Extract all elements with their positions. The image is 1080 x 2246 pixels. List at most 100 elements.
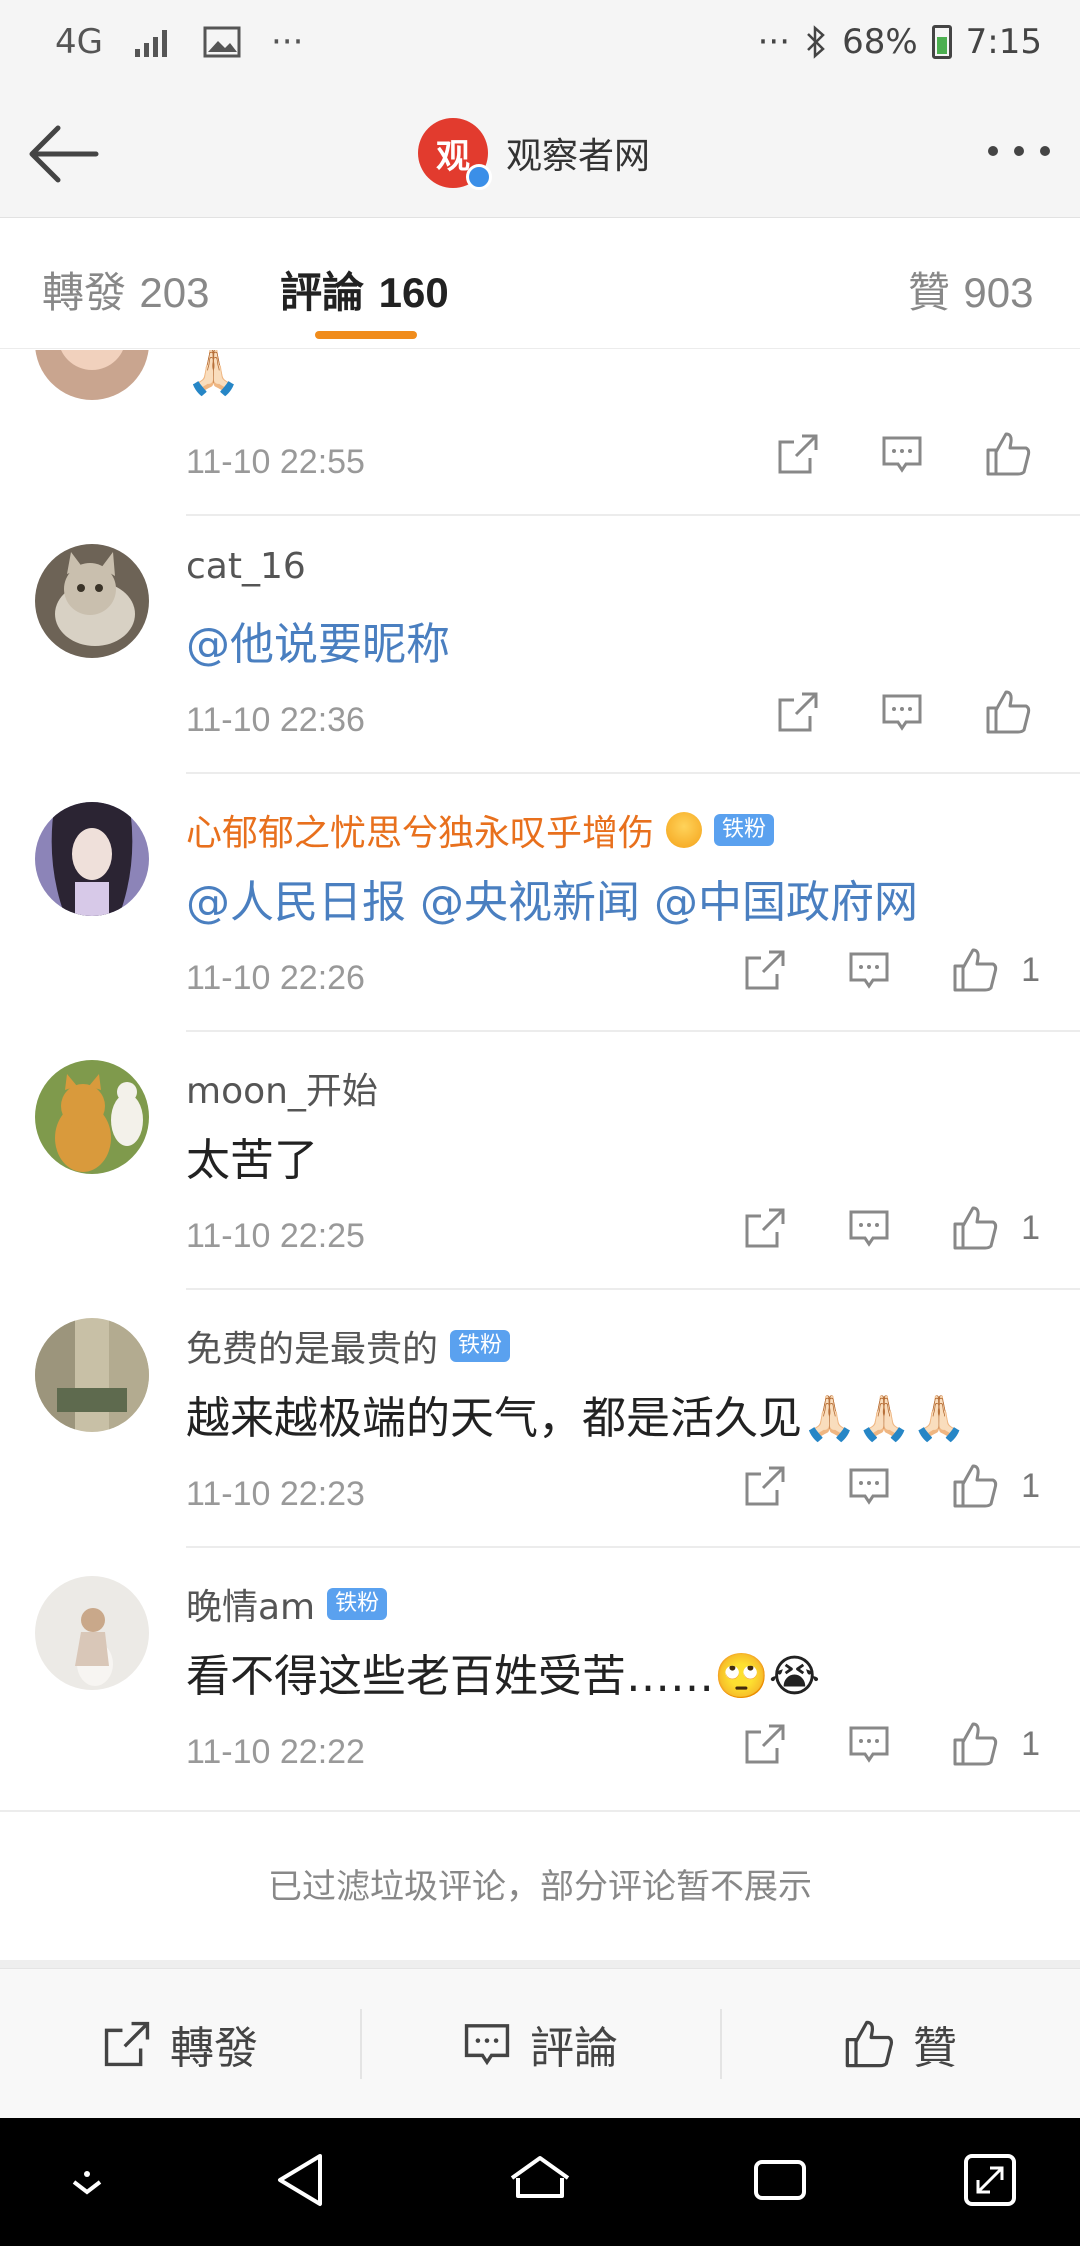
image-icon	[203, 26, 241, 58]
section-gap	[0, 1960, 1080, 1968]
comment-time: 11-10 22:36	[186, 701, 365, 739]
status-more-left: ···	[270, 22, 304, 62]
reply-icon[interactable]	[880, 690, 924, 734]
comment-author[interactable]: 晚情am 铁粉	[186, 1578, 388, 1630]
crown-icon	[666, 812, 703, 848]
network-type: 4G	[55, 22, 103, 62]
recents-nav-icon[interactable]	[750, 2148, 810, 2212]
like-button[interactable]: 1	[951, 1720, 1040, 1768]
reply-icon[interactable]	[847, 1464, 891, 1508]
comment-actions	[776, 430, 1032, 478]
reply-icon[interactable]	[847, 1722, 891, 1766]
bluetooth-icon	[807, 25, 825, 59]
share-icon[interactable]	[743, 1206, 787, 1250]
comment-author[interactable]: cat_16	[186, 546, 306, 587]
like-button[interactable]: 1	[951, 946, 1040, 994]
system-nav-bar	[0, 2118, 1080, 2246]
like-count: 1	[1021, 1466, 1040, 1505]
comment-text: 越来越极端的天气，都是活久见🙏🏻🙏🏻🙏🏻	[186, 1393, 967, 1444]
like-count: 1	[1021, 950, 1040, 989]
comment-item: 免费的是最贵的 铁粉 越来越极端的天气，都是活久见🙏🏻🙏🏻🙏🏻 11-10 22…	[0, 1290, 1080, 1548]
comment-item: moon_开始 太苦了 11-10 22:25 1	[0, 1032, 1080, 1290]
battery-percent: 68%	[842, 22, 918, 62]
status-time: 7:15	[965, 22, 1042, 62]
tab-reposts[interactable]: 轉發 203	[42, 259, 209, 320]
like-icon	[845, 2020, 894, 2067]
like-icon	[953, 1206, 998, 1250]
comment-text: 看不得这些老百姓受苦……🙄😭	[186, 1651, 821, 1702]
repost-button[interactable]: 轉發	[0, 1969, 360, 2118]
comment-list[interactable]: 🙏🏻 11-10 22:55 cat_16 @他说要昵称 11-10 22:36…	[0, 350, 1080, 1810]
bottom-action-bar: 轉發 評論 贊	[0, 1968, 1080, 2118]
battery-icon	[931, 25, 952, 59]
reply-icon	[464, 2023, 510, 2065]
comment-actions: 1	[743, 1462, 1040, 1510]
share-icon[interactable]	[743, 1722, 787, 1766]
back-arrow-icon[interactable]	[24, 118, 104, 190]
active-tab-indicator	[315, 331, 417, 339]
comment-author[interactable]: moon_开始	[186, 1062, 378, 1114]
like-count: 1	[1021, 1208, 1040, 1247]
comment-text: 🙏🏻	[186, 350, 241, 398]
back-nav-icon[interactable]	[272, 2148, 328, 2212]
share-icon	[104, 2021, 150, 2066]
comment-time: 11-10 22:55	[186, 443, 365, 481]
avatar[interactable]	[35, 544, 149, 658]
comment-item: 心郁郁之忧思兮独永叹乎增伤 铁粉 @人民日报 @央视新闻 @中国政府网 11-1…	[0, 774, 1080, 1032]
comment-actions: 1	[743, 1720, 1040, 1768]
like-icon	[953, 948, 998, 992]
fan-badge: 铁粉	[714, 814, 775, 846]
comment-author[interactable]: 免费的是最贵的 铁粉	[186, 1320, 511, 1372]
account-title[interactable]: 观 观察者网	[418, 118, 651, 190]
tab-likes[interactable]: 贊 903	[908, 259, 1033, 320]
header: 观 观察者网	[0, 90, 1080, 218]
comment-time: 11-10 22:23	[186, 1475, 365, 1513]
avatar[interactable]	[35, 1318, 149, 1432]
comment-item: 🙏🏻 11-10 22:55	[0, 350, 1080, 516]
comment-author[interactable]: 心郁郁之忧思兮独永叹乎增伤 铁粉	[186, 804, 775, 856]
verified-icon	[466, 164, 492, 190]
comment-text: @人民日报 @央视新闻 @中国政府网	[186, 877, 918, 928]
comment-time: 11-10 22:22	[186, 1733, 365, 1771]
expand-nav-icon[interactable]	[960, 2148, 1020, 2212]
reply-icon[interactable]	[847, 948, 891, 992]
like-icon	[953, 1722, 998, 1766]
account-logo: 观	[418, 118, 492, 190]
like-button[interactable]: 1	[951, 1462, 1040, 1510]
avatar[interactable]	[35, 802, 149, 916]
avatar[interactable]	[35, 350, 149, 400]
fan-badge: 铁粉	[450, 1330, 511, 1362]
comment-text: @他说要昵称	[186, 619, 450, 670]
status-bar: 4G ··· ··· 68% 7:15	[0, 0, 1080, 90]
signal-icon	[134, 30, 167, 57]
comment-button[interactable]: 評論	[360, 1969, 720, 2118]
hide-keyboard-icon[interactable]	[62, 2148, 112, 2212]
like-icon[interactable]	[984, 688, 1032, 736]
like-post-button[interactable]: 贊	[720, 1969, 1080, 2118]
comment-item: cat_16 @他说要昵称 11-10 22:36	[0, 516, 1080, 774]
share-icon[interactable]	[743, 1464, 787, 1508]
reply-icon[interactable]	[847, 1206, 891, 1250]
home-nav-icon[interactable]	[508, 2148, 572, 2212]
more-menu-icon[interactable]	[988, 146, 1050, 156]
tab-bar: 轉發 203 評論 160 贊 903	[0, 219, 1080, 349]
comment-time: 11-10 22:26	[186, 959, 365, 997]
avatar[interactable]	[35, 1576, 149, 1690]
comment-item: 晚情am 铁粉 看不得这些老百姓受苦……🙄😭 11-10 22:22 1	[0, 1548, 1080, 1806]
avatar[interactable]	[35, 1060, 149, 1174]
like-button[interactable]: 1	[951, 1204, 1040, 1252]
comment-actions: 1	[743, 1204, 1040, 1252]
comment-text: 太苦了	[186, 1135, 318, 1186]
like-count: 1	[1021, 1724, 1040, 1763]
share-icon[interactable]	[743, 948, 787, 992]
comment-actions: 1	[743, 946, 1040, 994]
like-icon[interactable]	[984, 430, 1032, 478]
filtered-comments-note: 已过滤垃圾评论，部分评论暂不展示	[0, 1810, 1080, 1960]
page-title: 观察者网	[506, 136, 651, 177]
share-icon[interactable]	[776, 690, 820, 734]
share-icon[interactable]	[776, 432, 820, 476]
status-more-right: ···	[757, 22, 791, 62]
reply-icon[interactable]	[880, 432, 924, 476]
like-icon	[953, 1464, 998, 1508]
tab-comments[interactable]: 評論 160	[280, 259, 449, 320]
